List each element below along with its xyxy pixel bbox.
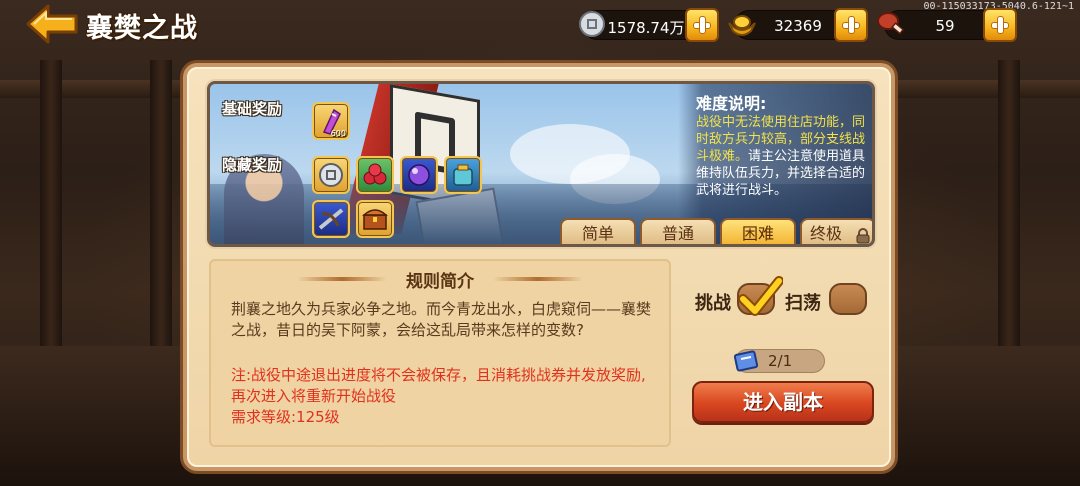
reward-item-chest[interactable] xyxy=(356,200,394,238)
reward-item-silver[interactable] xyxy=(312,156,350,194)
back-button[interactable] xyxy=(26,4,80,44)
tab-normal[interactable]: 普通 xyxy=(640,218,716,244)
blue-orb-icon xyxy=(408,164,430,186)
rules-title: 规则简介 xyxy=(406,272,474,292)
sweep-checkbox[interactable] xyxy=(829,283,867,315)
campaign-banner: 基础奖励 隐藏奖励 600 难度说明: 战役中无法使用住店功能，同时敌方兵力较高… xyxy=(207,81,875,247)
difficulty-description: 战役中无法使用住店功能，同时敌方兵力较高，部分支线战斗极难。请主公注意使用道具维… xyxy=(696,114,866,199)
tab-ultimate[interactable]: 终极 xyxy=(800,218,872,244)
page-title: 襄樊之战 xyxy=(86,13,198,44)
reward-item-bag[interactable] xyxy=(444,156,482,194)
reward-item-crossbow[interactable] xyxy=(312,200,350,238)
tab-ultimate-label: 终极 xyxy=(810,224,843,243)
add-silver-button[interactable] xyxy=(685,8,719,42)
sweep-label: 扫荡 xyxy=(785,293,821,314)
lock-icon xyxy=(856,228,870,244)
gold-value: 32369 xyxy=(774,17,822,35)
rules-box: 规则简介 荆襄之地久为兵家必争之地。而今青龙出水，白虎窥伺——襄樊之战，昔日的吴… xyxy=(209,259,671,447)
add-gold-button[interactable] xyxy=(834,8,868,42)
back-arrow-icon xyxy=(26,4,78,44)
challenge-label: 挑战 xyxy=(695,293,731,314)
campaign-panel: 基础奖励 隐藏奖励 600 难度说明: 战役中无法使用住店功能，同时敌方兵力较高… xyxy=(183,63,895,471)
challenge-ticket-counter: 2/1 xyxy=(733,349,825,373)
reward-item-purple-crystal[interactable]: 600 xyxy=(312,102,350,140)
silver-coin-icon xyxy=(579,11,605,37)
ticket-icon xyxy=(733,350,759,372)
rules-note: 注:战役中途退出进度将不会被保存，且消耗挑战券并发放奖励,再次进入将重新开始战役 xyxy=(231,366,646,405)
rules-description: 荆襄之地久为兵家必争之地。而今青龙出水，白虎窥伺——襄樊之战，昔日的吴下阿蒙，会… xyxy=(231,300,652,339)
food-value: 59 xyxy=(935,17,955,35)
red-berries-icon xyxy=(363,163,387,185)
silver-value: 1578.74万 xyxy=(607,19,685,37)
reward-count: 600 xyxy=(330,129,346,138)
treasure-chest-icon xyxy=(362,209,388,230)
silver-coin-icon xyxy=(319,163,343,187)
tab-easy[interactable]: 简单 xyxy=(560,218,636,244)
meat-icon xyxy=(877,12,905,35)
gold-ingot-icon xyxy=(728,15,756,36)
base-reward-label: 基础奖励 xyxy=(222,100,283,118)
reward-item-orb[interactable] xyxy=(400,156,438,194)
tab-hard[interactable]: 困难 xyxy=(720,218,796,244)
required-level: 需求等级:125级 xyxy=(231,408,340,426)
treasure-bag-icon xyxy=(453,164,473,186)
challenge-checkbox[interactable] xyxy=(737,276,783,316)
difficulty-title: 难度说明: xyxy=(696,94,767,113)
reward-item-berries[interactable] xyxy=(356,156,394,194)
checkmark-icon xyxy=(738,276,783,316)
ticket-value: 2/1 xyxy=(768,352,793,370)
crossbow-icon xyxy=(318,208,344,230)
add-food-button[interactable] xyxy=(983,8,1017,42)
hidden-reward-label: 隐藏奖励 xyxy=(222,156,283,174)
enter-dungeon-button[interactable]: 进入副本 xyxy=(692,381,874,423)
